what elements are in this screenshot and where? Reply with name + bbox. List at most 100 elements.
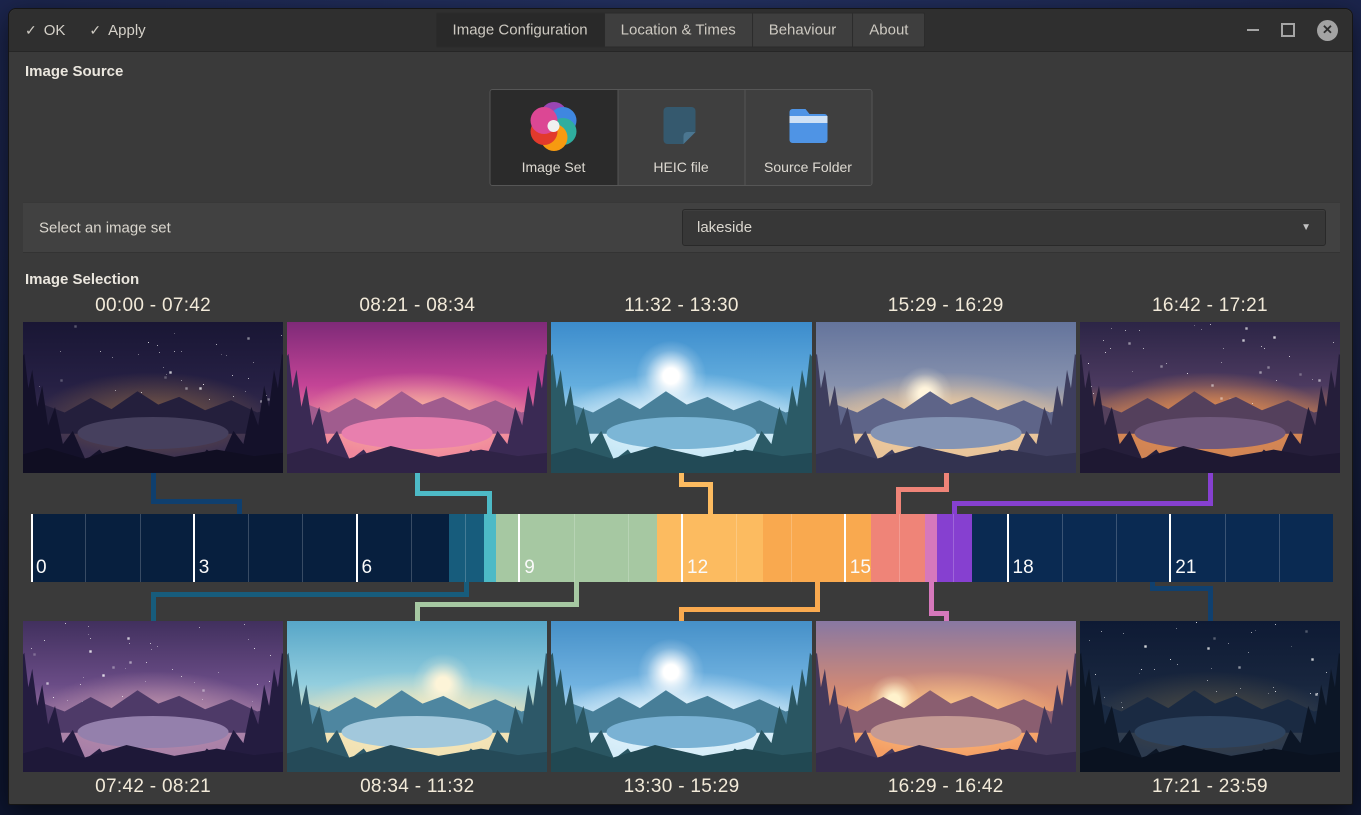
lake — [606, 716, 757, 748]
wallpaper-thumbnail — [23, 322, 283, 473]
lake — [1134, 417, 1285, 449]
image-source-options: Image Set HEIC file Source Folder — [489, 89, 872, 186]
image-set-dropdown[interactable]: lakeside ▼ — [682, 209, 1326, 246]
timeline-hour-label: 9 — [524, 557, 535, 579]
wallpaper-thumbnail — [287, 621, 547, 772]
chevron-down-icon: ▼ — [1301, 222, 1311, 233]
photos-pinwheel-icon — [529, 102, 579, 150]
time-range-label: 16:42 - 17:21 — [1080, 295, 1340, 317]
wallpaper-thumbnail — [816, 621, 1076, 772]
source-option-image-set[interactable]: Image Set — [490, 90, 617, 185]
timeline-hour-line-major — [356, 514, 358, 582]
time-range-label: 08:34 - 11:32 — [287, 776, 547, 798]
maximize-icon[interactable] — [1281, 23, 1295, 37]
lake — [1134, 716, 1285, 748]
timeline-hour-line — [411, 514, 412, 582]
timeline-hour-line — [736, 514, 737, 582]
wallpaper-thumbnail — [1080, 621, 1340, 772]
tab-behaviour[interactable]: Behaviour — [753, 13, 854, 48]
time-range-label: 00:00 - 07:42 — [23, 295, 283, 317]
timeline-hour-line — [953, 514, 954, 582]
timeline-hour-label: 3 — [199, 557, 210, 579]
wallpaper-thumbnail — [551, 322, 811, 473]
timeline-connector — [1150, 586, 1212, 591]
check-icon: ✓ — [25, 22, 37, 39]
timeline-connector — [952, 501, 1212, 506]
timeline-hour-line — [248, 514, 249, 582]
timeline-connector — [415, 602, 420, 622]
close-icon[interactable]: ✕ — [1317, 20, 1338, 41]
timeline-connector — [151, 592, 156, 622]
timeline-connector — [944, 611, 949, 622]
content-area: Image Source Image Set HEIC file Source Fo… — [9, 52, 1352, 805]
tab-bar: Image ConfigurationLocation & TimesBehav… — [436, 13, 926, 48]
lake — [606, 417, 757, 449]
timeline-hour-line — [302, 514, 303, 582]
lake — [78, 716, 229, 748]
timeline-hour-label: 15 — [850, 557, 871, 579]
timeline-connector — [464, 582, 469, 597]
timeline-connector — [944, 473, 949, 492]
timeline-connector — [1208, 586, 1213, 622]
source-option-source-folder[interactable]: Source Folder — [744, 90, 871, 185]
timeline-hour-label: 18 — [1013, 557, 1034, 579]
ok-label: OK — [44, 22, 66, 39]
top-time-labels: 00:00 - 07:4208:21 - 08:3411:32 - 13:301… — [23, 295, 1340, 317]
stars — [1080, 322, 1081, 323]
minimize-icon[interactable] — [1247, 29, 1259, 31]
timeline-segment — [31, 514, 449, 582]
timeline-hour-line — [1116, 514, 1117, 582]
window-controls: ✕ — [1247, 9, 1338, 51]
lake — [78, 417, 229, 449]
timeline-hour-line-major — [1007, 514, 1009, 582]
source-option-heic-file[interactable]: HEIC file — [617, 90, 744, 185]
check-icon: ✓ — [89, 22, 101, 39]
lake — [342, 417, 493, 449]
tab-about[interactable]: About — [853, 13, 925, 48]
time-range-label: 15:29 - 16:29 — [816, 295, 1076, 317]
source-option-label: HEIC file — [653, 159, 708, 175]
timeline-connector — [929, 611, 949, 616]
stars — [1080, 621, 1081, 622]
bottom-time-labels: 07:42 - 08:2108:34 - 11:3213:30 - 15:291… — [23, 776, 1340, 798]
timeline-hour-line-major — [1169, 514, 1171, 582]
tab-image-configuration[interactable]: Image Configuration — [436, 13, 605, 48]
wallpaper-thumbnail — [816, 322, 1076, 473]
source-option-label: Image Set — [522, 159, 586, 175]
stars — [23, 322, 24, 323]
timeline-connector — [815, 582, 820, 612]
ok-button[interactable]: ✓ OK — [25, 22, 65, 39]
title-bar-actions: ✓ OK ✓ Apply — [25, 9, 146, 51]
time-range-label: 07:42 - 08:21 — [23, 776, 283, 798]
wallpaper-thumbnail — [23, 621, 283, 772]
timeline-hour-line — [899, 514, 900, 582]
apply-label: Apply — [108, 22, 146, 39]
timeline-hour-label: 6 — [362, 557, 373, 579]
title-bar: ✓ OK ✓ Apply Image ConfigurationLocation… — [9, 9, 1352, 52]
timeline-hour-line-major — [31, 514, 33, 582]
timeline-connector — [896, 487, 901, 515]
timeline-segment — [657, 514, 764, 582]
timeline-connector — [151, 499, 243, 504]
timeline-connector — [708, 482, 713, 515]
wallpaper-thumbnail — [1080, 322, 1340, 473]
timeline-connector — [896, 487, 949, 492]
tab-location-times[interactable]: Location & Times — [605, 13, 753, 48]
timeline-connector — [415, 473, 420, 496]
image-set-value: lakeside — [697, 219, 752, 236]
timeline-hour-line — [574, 514, 575, 582]
apply-button[interactable]: ✓ Apply — [89, 22, 145, 39]
timeline-hour-line — [628, 514, 629, 582]
pinwheel-center — [548, 120, 560, 132]
timeline-segment — [449, 514, 484, 582]
timeline-hour-line — [85, 514, 86, 582]
timeline-hour-line-major — [193, 514, 195, 582]
timeline-connector — [952, 501, 957, 515]
image-source-heading: Image Source — [25, 63, 123, 80]
timeline-hour-line — [791, 514, 792, 582]
timeline-connector — [1150, 582, 1155, 591]
timeline-connector — [679, 607, 684, 622]
time-range-label: 17:21 - 23:59 — [1080, 776, 1340, 798]
timeline-segment — [925, 514, 937, 582]
timeline: 036912151821 — [31, 514, 1333, 582]
